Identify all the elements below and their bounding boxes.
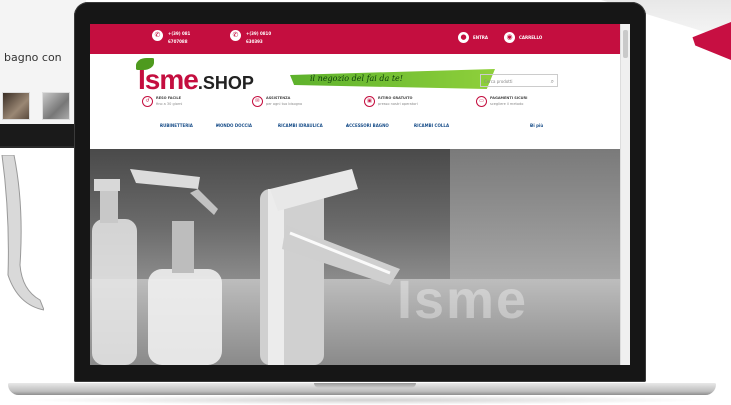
phone-icon: ✆ bbox=[152, 30, 163, 41]
search-placeholder: Cerca prodotti bbox=[484, 79, 513, 84]
user-icon: ● bbox=[458, 32, 469, 43]
laptop-notch bbox=[314, 383, 416, 388]
phone-number-1-line2: 6707088 bbox=[168, 39, 188, 44]
site-topbar: ✆ +(39) 081 6707088 ✆ +(39) 0810 630393 … bbox=[90, 24, 621, 54]
pickup-icon: ▣ bbox=[364, 96, 375, 107]
logo-suffix-text: .SHOP bbox=[197, 73, 254, 93]
return-icon: ↺ bbox=[142, 96, 153, 107]
cart-link[interactable]: CARRELLO bbox=[519, 34, 542, 42]
feature-subtitle: per ogni tuo bisogno bbox=[266, 102, 303, 106]
scrollbar-thumb[interactable] bbox=[623, 30, 628, 58]
menu-item-label: RUBINETTERIA bbox=[160, 123, 193, 128]
page-scrollbar[interactable] bbox=[620, 24, 630, 365]
feature-title: ASSISTENZA bbox=[266, 96, 291, 100]
phone-icon: ✆ bbox=[230, 30, 241, 41]
laptop-shadow bbox=[20, 395, 710, 405]
feature-title: PAGAMENTI SICURI bbox=[490, 96, 528, 100]
hero-brand-watermark: Isme bbox=[397, 270, 529, 330]
login-link[interactable]: ENTRA bbox=[473, 34, 488, 42]
background-monitor-stand bbox=[1, 155, 44, 311]
hero-banner[interactable]: Isme bbox=[90, 149, 621, 365]
menu-item-ricambi-idraulica[interactable]: RICAMBI IDRAULICA ▾ bbox=[278, 123, 323, 128]
background-thumbnail-1 bbox=[2, 92, 30, 120]
menu-item-label: RICAMBI COLLA bbox=[414, 123, 450, 128]
chat-icon: ✉ bbox=[252, 96, 263, 107]
menu-item-label: MONDO DOCCIA bbox=[216, 123, 253, 128]
feature-subtitle: scegliere il metodo bbox=[490, 102, 524, 106]
menu-item-label: RICAMBI IDRAULICA bbox=[278, 123, 323, 128]
menu-item-accessori-bagno[interactable]: ACCESSORI BAGNO ▾ bbox=[346, 123, 389, 128]
phone-number-2-line1: +(39) 0810 bbox=[246, 31, 272, 36]
cart-icon: ◉ bbox=[504, 32, 515, 43]
menu-item-label: ACCESSORI BAGNO bbox=[346, 123, 389, 128]
site-logo[interactable]: Isme.SHOP bbox=[136, 58, 254, 96]
menu-item-label: Di più bbox=[530, 123, 544, 128]
search-input[interactable]: Cerca prodotti ⌕ bbox=[480, 74, 558, 87]
menu-item-mondo-doccia[interactable]: MONDO DOCCIA ▾ bbox=[216, 123, 252, 128]
site-header: Isme.SHOP il negozio del fai da te! Cerc… bbox=[90, 54, 621, 149]
phone-number-1-line1: +(39) 081 bbox=[168, 31, 191, 36]
menu-item-more[interactable]: Di più ▾ bbox=[530, 123, 543, 128]
background-window-text: bagno con bbox=[4, 51, 62, 64]
laptop-screen: ✆ +(39) 081 6707088 ✆ +(39) 0810 630393 … bbox=[90, 24, 630, 365]
menu-item-rubinetteria[interactable]: RUBINETTERIA ▾ bbox=[160, 123, 193, 128]
main-menu: RUBINETTERIA ▾ MONDO DOCCIA ▾ RICAMBI ID… bbox=[160, 123, 560, 131]
menu-item-ricambi-colla[interactable]: RICAMBI COLLA ▾ bbox=[414, 123, 449, 128]
phone-number-2[interactable]: +(39) 0810 630393 bbox=[246, 30, 271, 46]
hero-faucet-illustration bbox=[92, 169, 400, 365]
feature-title: RITIRO GRATUITO bbox=[378, 96, 413, 100]
background-thumbnail-2 bbox=[42, 92, 70, 120]
feature-subtitle: presso nostri operatori bbox=[378, 102, 418, 106]
feature-subtitle: fino a 30 giorni bbox=[156, 102, 183, 106]
phone-number-1[interactable]: +(39) 081 6707088 bbox=[168, 30, 190, 46]
card-icon: ▭ bbox=[476, 96, 487, 107]
slogan-banner: il negozio del fai da te! bbox=[290, 69, 495, 89]
search-icon[interactable]: ⌕ bbox=[551, 75, 554, 88]
phone-number-2-line2: 630393 bbox=[246, 39, 263, 44]
feature-title: RESO FACILE bbox=[156, 96, 181, 100]
